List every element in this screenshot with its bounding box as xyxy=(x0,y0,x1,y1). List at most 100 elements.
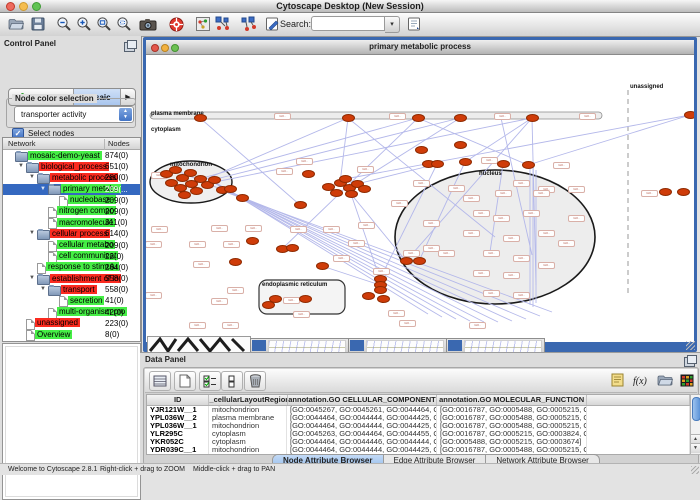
table-cell[interactable]: YDR039C__1 xyxy=(147,446,209,454)
network-node[interactable] xyxy=(374,286,387,294)
network-node[interactable] xyxy=(178,191,191,199)
expand-arrow-icon[interactable]: ▼ xyxy=(40,186,46,192)
delete-attribute-icon[interactable] xyxy=(244,371,266,391)
network-node[interactable] xyxy=(208,176,221,184)
network-node[interactable] xyxy=(684,111,694,119)
table-row[interactable]: YLR295Ccytoplasm[GO:0045263, GO:0044464,… xyxy=(147,430,690,438)
tree-item-cell-communicat[interactable]: cell communicat22(0) xyxy=(3,251,140,262)
network-node[interactable] xyxy=(412,114,425,122)
zoom-window-icon[interactable] xyxy=(32,2,41,11)
tree-item-establishment-of-lo[interactable]: ▼establishment of lo558(0) xyxy=(3,273,140,284)
search-dropdown-icon[interactable]: ▾ xyxy=(385,16,400,33)
table-cell[interactable]: [GO:0044464, GO:0044446, GO:0044444, G..… xyxy=(287,438,437,446)
expand-arrow-icon[interactable]: ▼ xyxy=(29,230,35,236)
heatmap-icon[interactable] xyxy=(677,371,697,389)
tree-item-transport[interactable]: ▼transport558(0) xyxy=(3,284,140,295)
table-cell[interactable]: plasma membrane xyxy=(209,414,287,422)
network-node[interactable] xyxy=(415,146,428,154)
network-node[interactable] xyxy=(431,160,444,168)
table-cell[interactable] xyxy=(587,414,690,422)
tree-item-nitrogen-compo[interactable]: nitrogen compo209(0) xyxy=(3,206,140,217)
tree-item-cellular-process[interactable]: ▼cellular process614(0) xyxy=(3,228,140,239)
network-node[interactable] xyxy=(299,295,312,303)
network-tree-header[interactable]: Network Nodes xyxy=(3,138,140,150)
network-node[interactable] xyxy=(413,257,426,265)
scroll-down-icon[interactable]: ▼ xyxy=(691,443,700,453)
table-cell[interactable]: YLR295C xyxy=(147,430,209,438)
table-cell[interactable]: [GO:0005488, GO:0005215, GO:0003674] xyxy=(437,438,587,446)
save-icon[interactable] xyxy=(28,15,48,33)
unselect-attributes-icon[interactable] xyxy=(221,371,243,391)
attribute-table[interactable]: ID_cellularLayoutRegionannotation.GO CEL… xyxy=(146,394,691,455)
annotation-icon[interactable] xyxy=(262,15,282,33)
network-node[interactable] xyxy=(294,201,307,209)
network-node[interactable] xyxy=(194,114,207,122)
tree-item-nucleobase-[interactable]: nucleobase-209(0) xyxy=(3,195,140,206)
float-panel-icon[interactable] xyxy=(124,42,135,52)
table-cell[interactable]: [GO:0016787, GO:0005488, GO:0005215, G..… xyxy=(437,414,587,422)
network-node[interactable] xyxy=(459,158,472,166)
table-cell[interactable]: [GO:0044464, GO:0044444, GO:0044425, G..… xyxy=(287,422,437,430)
minimize-view-icon[interactable] xyxy=(161,44,169,52)
table-row[interactable]: YKR052Ccytoplasm[GO:0044464, GO:0044446,… xyxy=(147,438,690,446)
network-node[interactable] xyxy=(224,185,237,193)
network-node[interactable] xyxy=(330,189,343,197)
table-cell[interactable]: [GO:0016787, GO:0005488, GO:0005215, G..… xyxy=(437,422,587,430)
table-cell[interactable]: [GO:0045263, GO:0044464, GO:0044455, G..… xyxy=(287,430,437,438)
zoom-out-icon[interactable] xyxy=(54,15,74,33)
import-folder-icon[interactable] xyxy=(655,371,675,389)
network-node[interactable] xyxy=(316,262,329,270)
network-node[interactable] xyxy=(677,188,690,196)
minimize-window-icon[interactable] xyxy=(19,2,28,11)
column-header-4[interactable]: annotation.GO MOLECULAR_FUNCTION xyxy=(437,395,587,405)
table-cell[interactable]: YKR052C xyxy=(147,438,209,446)
node-color-combo[interactable]: transporter activity ▲▼ xyxy=(14,106,134,123)
tree-item-cellular-metabo[interactable]: cellular metabo209(0) xyxy=(3,240,140,251)
tree-item-mosaic-demo-yeast[interactable]: mosaic-demo-yeast874(0) xyxy=(3,150,140,161)
new-attribute-icon[interactable] xyxy=(174,371,196,391)
table-scrollbar[interactable]: ▲ ▼ xyxy=(690,394,700,455)
formula-icon[interactable]: f(x) xyxy=(631,371,651,389)
table-cell[interactable]: YPL036W__1 xyxy=(147,422,209,430)
network-node[interactable] xyxy=(342,114,355,122)
network-node[interactable] xyxy=(362,292,375,300)
layout-icon[interactable] xyxy=(213,15,233,33)
expand-arrow-icon[interactable]: ▼ xyxy=(40,286,46,292)
network-node[interactable] xyxy=(236,194,249,202)
network-node[interactable] xyxy=(454,141,467,149)
network-node[interactable] xyxy=(169,166,182,174)
tree-item-metabolic-process[interactable]: ▼metabolic process280(0) xyxy=(3,172,140,183)
expand-arrow-icon[interactable]: ▼ xyxy=(18,163,24,169)
window-resize-grip[interactable] xyxy=(691,466,699,474)
column-header-3[interactable]: annotation.GO CELLULAR_COMPONENT xyxy=(288,395,438,405)
table-cell[interactable]: mitochondrion xyxy=(209,422,287,430)
tree-item-overview[interactable]: Overview8(0) xyxy=(3,329,140,340)
table-cell[interactable]: mitochondrion xyxy=(209,406,287,414)
search-go-icon[interactable] xyxy=(404,15,424,33)
table-cell[interactable] xyxy=(587,406,690,414)
layout-alt-icon[interactable] xyxy=(239,15,259,33)
network-node[interactable] xyxy=(190,187,203,195)
zoom-fit-icon[interactable] xyxy=(94,15,114,33)
network-node[interactable] xyxy=(286,244,299,252)
tree-item-response-to-stimulu[interactable]: response to stimulu264(0) xyxy=(3,262,140,273)
annotation-note-icon[interactable] xyxy=(607,371,627,389)
expand-arrow-icon[interactable]: ▼ xyxy=(29,174,35,180)
help-icon[interactable] xyxy=(166,15,186,33)
column-header-filler[interactable] xyxy=(587,395,690,405)
network-node[interactable] xyxy=(400,257,413,265)
tree-item-secretion[interactable]: secretion41(0) xyxy=(3,295,140,306)
open-icon[interactable] xyxy=(6,15,26,33)
table-cell[interactable] xyxy=(587,430,690,438)
network-node[interactable] xyxy=(358,185,371,193)
table-cell[interactable] xyxy=(587,438,690,446)
table-row[interactable]: YPL036W__2plasma membrane[GO:0044464, GO… xyxy=(147,414,690,422)
zoom-in-icon[interactable] xyxy=(74,15,94,33)
zoom-view-icon[interactable] xyxy=(171,44,179,52)
tree-item-primary-metabo[interactable]: ▼primary metabo209(... xyxy=(3,184,140,195)
table-cell[interactable]: YJR121W__1 xyxy=(147,406,209,414)
expand-arrow-icon[interactable]: ▼ xyxy=(29,275,35,281)
network-edge[interactable] xyxy=(528,115,690,165)
scrollbar-thumb[interactable] xyxy=(692,397,700,421)
table-cell[interactable] xyxy=(587,446,690,454)
